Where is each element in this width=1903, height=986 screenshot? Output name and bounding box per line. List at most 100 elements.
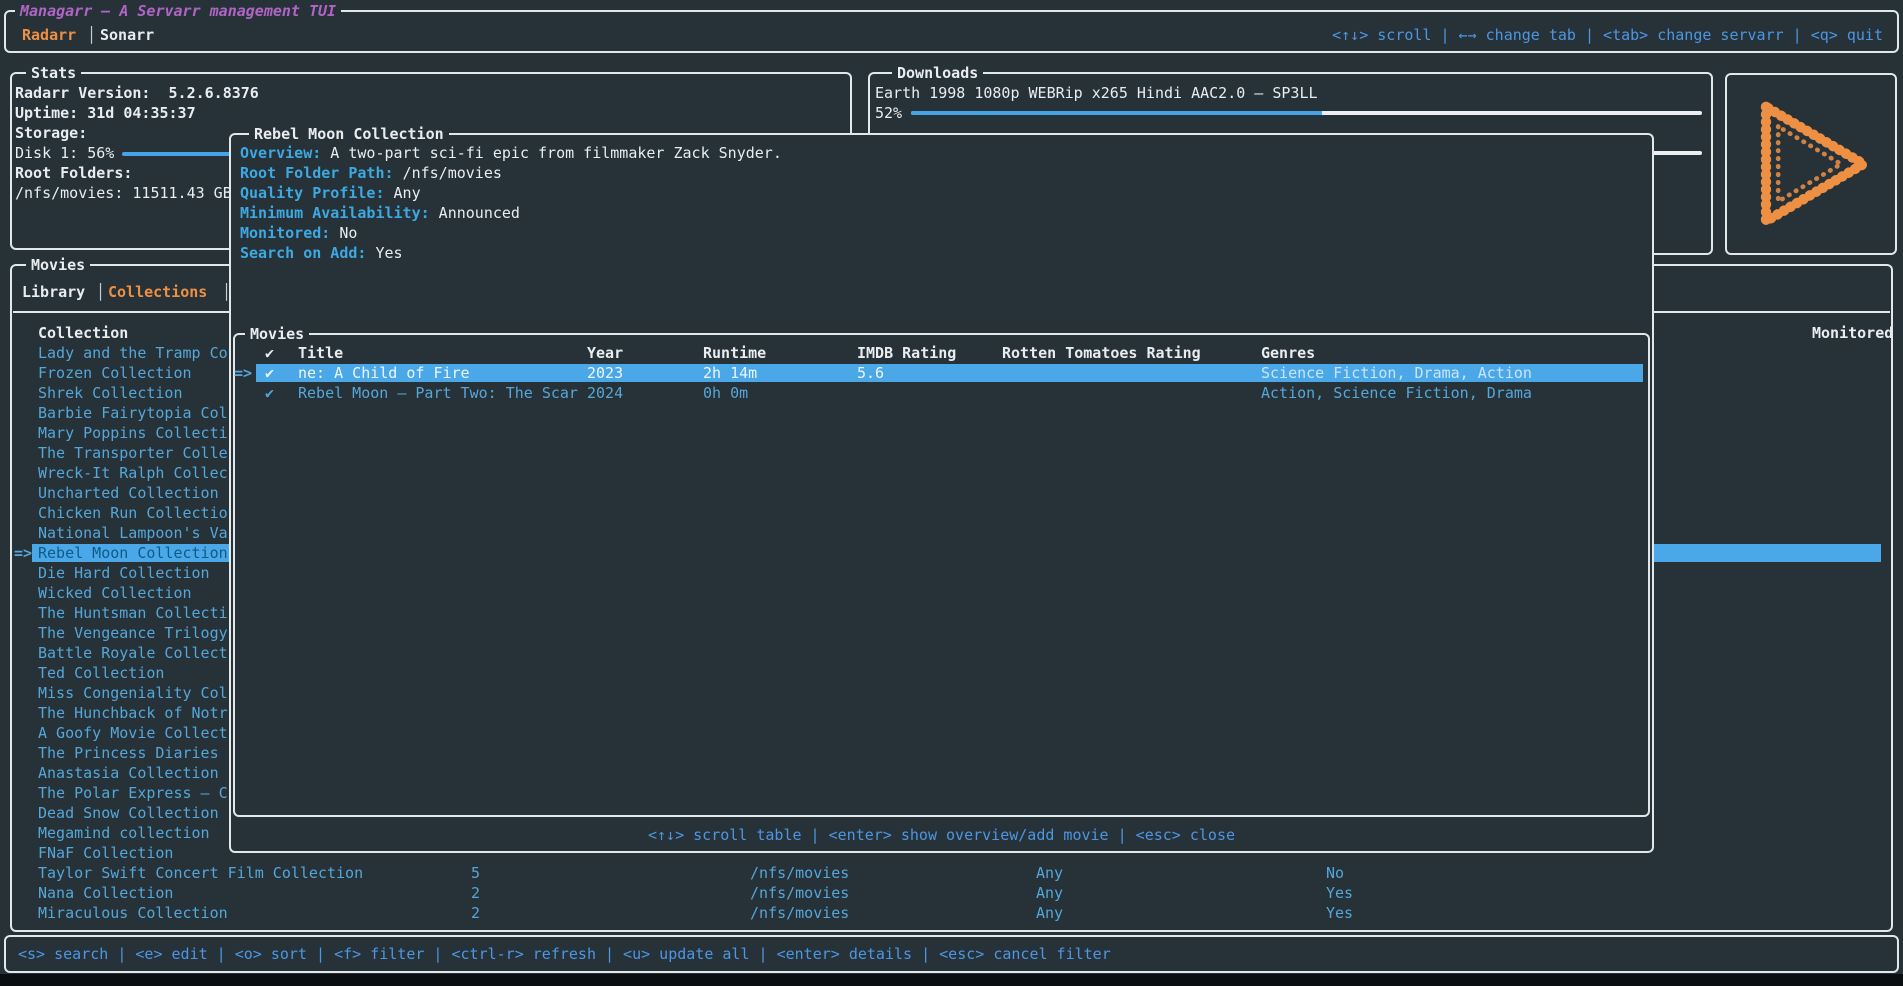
managarr-tui-screen: Managarr – A Servarr management TUI Rada… xyxy=(0,0,1903,986)
detail-field-value: Announced xyxy=(430,204,520,222)
collection-name: Wicked Collection xyxy=(38,583,192,603)
column-header-check: ✔ xyxy=(265,343,274,363)
collection-movie-count: 2 xyxy=(471,883,480,903)
movie-row[interactable]: =>✔ne: A Child of Fire20232h 14m5.6Scien… xyxy=(237,363,1646,383)
selection-arrow: => xyxy=(14,543,32,563)
footer-keybind-hints: <s> search | <e> edit | <o> sort | <f> f… xyxy=(6,937,1897,964)
collection-quality-profile: Any xyxy=(1036,883,1063,903)
collection-name: Frozen Collection xyxy=(38,363,192,383)
column-header-monitored: Monitored xyxy=(1812,323,1893,343)
collection-movie-count: 5 xyxy=(471,863,480,883)
tab-separator: │ xyxy=(87,25,96,45)
collection-row[interactable]: Miraculous Collection2/nfs/moviesAnyYes xyxy=(14,903,1889,923)
collection-name: Shrek Collection xyxy=(38,383,183,403)
detail-field-value: /nfs/movies xyxy=(394,164,502,182)
detail-field: Overview: A two-part sci-fi epic from fi… xyxy=(240,143,1646,163)
collection-details-modal: Rebel Moon Collection Overview: A two-pa… xyxy=(229,133,1654,853)
movie-monitored-check: ✔ xyxy=(265,363,274,383)
collection-name: Wreck-It Ralph Collec xyxy=(38,463,228,483)
app-title: Managarr – A Servarr management TUI xyxy=(15,1,341,21)
detail-field-value: No xyxy=(330,224,357,242)
column-header-runtime: Runtime xyxy=(703,343,766,363)
collection-name: The Vengeance Trilogy xyxy=(38,623,228,643)
column-header-collection: Collection xyxy=(38,323,128,343)
collection-name: Barbie Fairytopia Col xyxy=(38,403,228,423)
header-keybind-hints: <↑↓> scroll | ←→ change tab | <tab> chan… xyxy=(1332,25,1883,45)
detail-field-label: Search on Add: xyxy=(240,244,366,262)
collection-name: Die Hard Collection xyxy=(38,563,210,583)
tab-sonarr[interactable]: Sonarr xyxy=(100,25,154,45)
radarr-logo-icon xyxy=(1736,83,1886,245)
collection-name: Taylor Swift Concert Film Collection xyxy=(38,863,363,883)
movie-runtime: 0h 0m xyxy=(703,383,748,403)
uptime-value: 31d 04:35:37 xyxy=(87,104,195,122)
tab-radarr[interactable]: Radarr xyxy=(22,25,76,45)
movie-genres: Science Fiction, Drama, Action xyxy=(1261,363,1532,383)
movie-year: 2023 xyxy=(587,363,623,383)
collection-name: A Goofy Movie Collect xyxy=(38,723,228,743)
collection-row[interactable]: Taylor Swift Concert Film Collection 5/nf… xyxy=(14,863,1889,883)
detail-field: Quality Profile: Any xyxy=(240,183,1646,203)
download-item-progress-row: 52% xyxy=(870,103,1711,123)
stats-panel-title: Stats xyxy=(26,63,81,83)
detail-field: Root Folder Path: /nfs/movies xyxy=(240,163,1646,183)
movies-table-header: ✔ Title Year Runtime IMDB Rating Rotten … xyxy=(237,343,1646,363)
collection-name: Battle Royale Collect xyxy=(38,643,228,663)
movie-title: Rebel Moon – Part Two: The Scar xyxy=(298,383,578,403)
detail-field-value: Yes xyxy=(366,244,402,262)
collection-name: Uncharted Collection xyxy=(38,483,219,503)
download-percent-label: 52% xyxy=(875,103,911,123)
detail-field: Search on Add: Yes xyxy=(240,243,1646,263)
collection-name: Miraculous Collection xyxy=(38,903,228,923)
movie-imdb-rating: 5.6 xyxy=(857,363,884,383)
column-header-imdb-rating: IMDB Rating xyxy=(857,343,956,363)
detail-field-label: Overview: xyxy=(240,144,321,162)
tab-collections[interactable]: Collections xyxy=(108,282,207,302)
collection-name: Rebel Moon Collection xyxy=(38,543,228,563)
collection-name: Nana Collection xyxy=(38,883,173,903)
download-item-name: Earth 1998 1080p WEBRip x265 Hindi AAC2.… xyxy=(870,83,1711,103)
radarr-version-label: Radarr Version: xyxy=(15,84,150,102)
movie-genres: Action, Science Fiction, Drama xyxy=(1261,383,1532,403)
terminal-bottom-strip xyxy=(0,974,1903,986)
collection-name: The Huntsman Collecti xyxy=(38,603,228,623)
collection-name: FNaF Collection xyxy=(38,843,173,863)
collection-root-folder: /nfs/movies xyxy=(750,883,849,903)
detail-field-label: Minimum Availability: xyxy=(240,204,430,222)
collection-name: National Lampoon's Va xyxy=(38,523,228,543)
collection-root-folder: /nfs/movies xyxy=(750,863,849,883)
collection-detail-fields: Overview: A two-part sci-fi epic from fi… xyxy=(231,135,1652,263)
tab-library[interactable]: Library xyxy=(22,282,85,302)
movie-title: ne: A Child of Fire xyxy=(298,363,470,383)
movie-row[interactable]: ✔ Rebel Moon – Part Two: The Scar 2024 0h 0… xyxy=(237,383,1646,403)
collection-quality-profile: Any xyxy=(1036,903,1063,923)
movies-table-rows: =>✔ne: A Child of Fire20232h 14m5.6Scien… xyxy=(237,363,1646,403)
selection-arrow: => xyxy=(234,363,252,383)
collection-name: The Princess Diaries xyxy=(38,743,219,763)
collection-movie-count: 2 xyxy=(471,903,480,923)
collection-name: Chicken Run Collectio xyxy=(38,503,228,523)
tab-separator: │ xyxy=(96,282,105,302)
disk-usage-label: Disk 1: 56% xyxy=(15,144,114,162)
detail-field-label: Quality Profile: xyxy=(240,184,385,202)
collection-name: Mary Poppins Collecti xyxy=(38,423,228,443)
collection-row[interactable]: Nana Collection2/nfs/moviesAnyYes xyxy=(14,883,1889,903)
movie-year: 2024 xyxy=(587,383,623,403)
detail-field-value: Any xyxy=(385,184,421,202)
column-header-title: Title xyxy=(298,343,343,363)
logo-panel xyxy=(1725,73,1897,255)
collection-name: The Polar Express – C xyxy=(38,783,228,803)
root-folder-value: /nfs/movies: 11511.43 GB xyxy=(15,184,232,202)
collection-name: Lady and the Tramp Co xyxy=(38,343,228,363)
collection-name: The Transporter Colle xyxy=(38,443,228,463)
detail-field-label: Monitored: xyxy=(240,224,330,242)
modal-title: Rebel Moon Collection xyxy=(249,124,449,144)
collection-monitored: Yes xyxy=(1326,903,1353,923)
root-folders-label: Root Folders: xyxy=(15,164,132,182)
movie-monitored-check: ✔ xyxy=(265,383,274,403)
download-progress-bar xyxy=(911,111,1702,115)
detail-field-value: A two-part sci-fi epic from filmmaker Za… xyxy=(321,144,782,162)
detail-field-label: Root Folder Path: xyxy=(240,164,394,182)
modal-keybind-hints: <↑↓> scroll table | <enter> show overvie… xyxy=(231,825,1652,845)
footer-keybind-bar: <s> search | <e> edit | <o> sort | <f> f… xyxy=(4,935,1899,973)
